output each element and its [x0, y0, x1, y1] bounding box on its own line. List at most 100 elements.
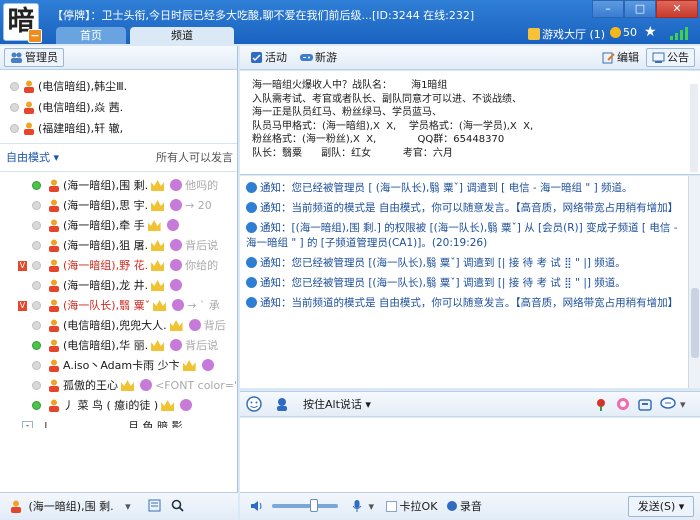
left-toolbar: 管理员 [0, 46, 237, 70]
announcement-button[interactable]: 公告 [646, 48, 695, 67]
announcement-scrollbar[interactable] [690, 84, 698, 172]
search-icon[interactable] [171, 499, 184, 513]
member-row[interactable]: (海一暗组),思 宇. → 20 [0, 196, 237, 216]
user-icon [49, 379, 59, 392]
member-row[interactable]: V (海一队长),翳 粟ˇ → ` 承 [0, 296, 237, 316]
channel-announcement: 海一暗组火爆收人中？战队名： 海1暗组 入队需考试、考官或者队长、副队同意才可以进… [240, 71, 700, 175]
expand-toggle[interactable]: - [22, 421, 33, 428]
karaoke-label: 卡拉OK [399, 500, 438, 513]
message-input[interactable] [240, 418, 700, 492]
crown-icon [161, 400, 175, 411]
edit-button[interactable]: 编辑 [596, 48, 645, 67]
member-row[interactable]: (海一暗组),围 剩. 他吗的 [0, 176, 237, 196]
member-row[interactable]: 孤傲的王心 <FONT color="#1 [0, 376, 237, 396]
crown-icon [151, 200, 165, 211]
activity-button[interactable]: 活动 [244, 48, 293, 67]
chat-bubble-icon[interactable] [660, 392, 676, 418]
user-icon [49, 259, 59, 272]
announcement-line: 海一正是队员红马、粉丝绿马、学员蓝马、 [252, 107, 442, 118]
member-signature: → ` 承 [187, 299, 220, 312]
user-icon [24, 101, 34, 114]
close-button[interactable]: ✕ [656, 0, 698, 18]
announcement-line: 队长：翳粟 副队：红女 考官：六月 [252, 147, 453, 159]
member-row[interactable]: 丿 菜 鸟 ( 癔i的徒 ) [0, 396, 237, 416]
admin-row[interactable]: (电信暗组),韩尘Ⅲ. [0, 76, 237, 97]
send-button[interactable]: 发送(S) ▾ [628, 496, 694, 517]
admin-button[interactable]: 管理员 [4, 48, 64, 67]
member-signature: 背后说 [185, 339, 219, 352]
message-text: 当前频道的模式是 自由模式，你可以随意发言。【高音质，网络带宽占用稍有增加】 [291, 297, 679, 309]
status-dot [32, 361, 41, 370]
status-dot [32, 281, 41, 290]
mic-chevron-icon[interactable]: ▾ [369, 500, 375, 513]
maximize-button[interactable]: □ [624, 0, 656, 18]
tab-home[interactable]: 首页 [56, 27, 126, 44]
record-icon[interactable] [446, 501, 457, 511]
member-row[interactable]: (海一暗组),狙 屠. 背后说 [0, 236, 237, 256]
speaker-icon[interactable] [250, 500, 264, 513]
coin-balance[interactable]: 50 [610, 26, 637, 39]
new-game-button[interactable]: 新游 [294, 48, 343, 67]
member-row[interactable]: (海一暗组),牵 手 [0, 216, 237, 236]
member-row[interactable]: (电信暗组),华 丽. 背后说 [0, 336, 237, 356]
status-dot [10, 82, 19, 91]
user-icon [49, 319, 59, 332]
emoji-icon[interactable] [246, 396, 262, 412]
scrollbar-thumb[interactable] [691, 288, 699, 358]
status-dot [32, 321, 41, 330]
star-icon[interactable]: ★ [644, 24, 657, 40]
more-chevron-icon[interactable]: ▾ [680, 392, 686, 418]
member-row[interactable]: (电信暗组),兜兜大人. 背后 [0, 316, 237, 336]
message-text: 您已经被管理员 [ (海一队长),翳 粟ˇ] 调遣到 [ 电信 - 海一暗组 "… [291, 182, 633, 194]
admin-row[interactable]: (福建暗组),轩 辙, [0, 118, 237, 139]
member-name: 丿 菜 鸟 ( 癔i的徒 ) [63, 399, 159, 412]
admin-row[interactable]: (电信暗组),焱 茜. [0, 97, 237, 118]
signal-icon [670, 26, 694, 40]
gift-box-icon[interactable] [638, 392, 652, 418]
chat-scrollbar[interactable] [688, 176, 700, 388]
member-name: (海一暗组),野 花. [63, 259, 149, 272]
member-row[interactable]: A.iso丶Adam卡雨 少卞 [0, 356, 237, 376]
crown-icon [169, 320, 183, 331]
member-row[interactable]: (海一暗组),龙 井. [0, 276, 237, 296]
microphone-icon [201, 359, 214, 371]
user-menu-chevron-icon[interactable]: ▾ [125, 500, 131, 513]
window-title: 【停牌】：卫士头衔,今日时辰已经多大吃酸,聊不爱在我们前后级...[ID:324… [52, 9, 475, 22]
flower-icon[interactable] [594, 392, 608, 418]
crown-icon [182, 360, 196, 371]
push-to-talk-dropdown[interactable]: 按住Alt说话 ▾ [303, 398, 371, 411]
user-icon [49, 199, 59, 212]
status-dot [32, 181, 41, 190]
game-hall-button[interactable]: 游戏大厅 (1) [528, 26, 605, 42]
minimize-button[interactable]: – [592, 0, 624, 18]
microphone-icon [180, 399, 193, 411]
message-text: 您已经被管理员 [(海一队长),翳 粟ˇ] 调遣到 [| 接 待 考 试 ⣿ "… [291, 277, 626, 289]
chat-message: 通知：您已经被管理员 [(海一队长),翳 粟ˇ] 调遣到 [| 接 待 考 试 … [246, 256, 682, 271]
app-logo: 暗 − [3, 3, 42, 43]
volume-slider[interactable] [271, 499, 338, 512]
crown-icon [147, 220, 161, 231]
user-icon [49, 339, 59, 352]
announcement-line: 粉丝格式：(海一粉丝),X X, QQ群：65448370 [252, 134, 505, 145]
user-list-icon[interactable] [148, 499, 161, 513]
volume-slider-knob[interactable] [309, 499, 318, 512]
logo-badge: − [28, 29, 42, 43]
voice-avatar-icon[interactable] [274, 398, 290, 411]
member-name: (海一暗组),围 剩. [63, 179, 149, 192]
microphone-icon[interactable] [351, 500, 363, 513]
mode-dropdown[interactable]: 自由模式 ▾ [6, 151, 59, 164]
member-signature: 背后说 [185, 239, 219, 252]
member-name: (海一队长),翳 粟ˇ [63, 299, 151, 312]
record-label[interactable]: 录音 [460, 500, 482, 513]
lollipop-icon[interactable] [616, 392, 630, 418]
subchannel-row[interactable]: - | 月 色 暗 影 ... [0, 416, 237, 428]
title-bar: 暗 − 【停牌】：卫士头衔,今日时辰已经多大吃酸,聊不爱在我们前后级...[ID:… [0, 0, 700, 44]
current-user-name: (海一暗组),围 剩. [28, 500, 114, 513]
member-row[interactable]: V (海一暗组),野 花. 你给的 [0, 256, 237, 276]
karaoke-checkbox[interactable] [385, 501, 397, 512]
user-icon [24, 80, 34, 93]
status-dot [32, 241, 41, 250]
member-name: (海一暗组),思 宇. [63, 199, 149, 212]
tab-channel[interactable]: 频道 [130, 27, 234, 44]
microphone-icon [166, 219, 179, 231]
